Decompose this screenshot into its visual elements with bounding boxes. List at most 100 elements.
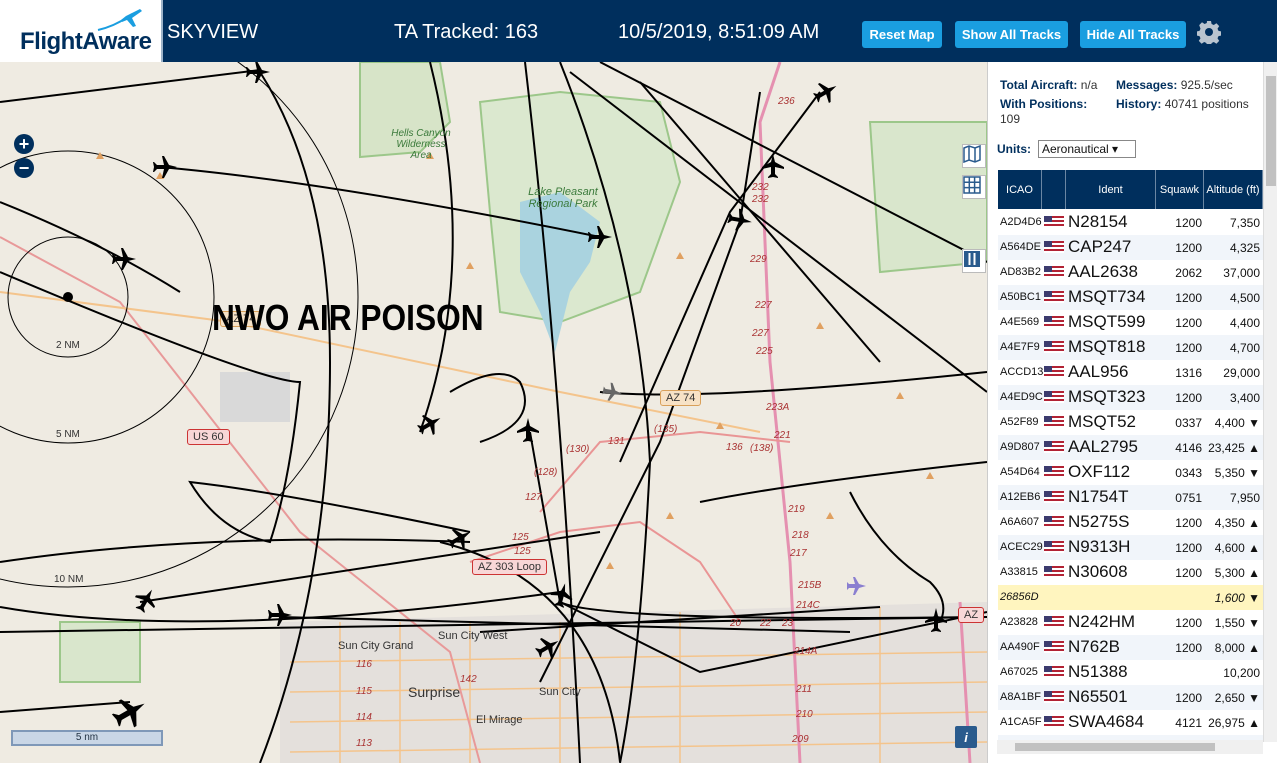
table-row[interactable]: A4E569 MSQT599 1200 4,400 [998, 310, 1263, 335]
table-row[interactable]: AD83B2 AAL2638 2062 37,000 [998, 260, 1263, 285]
table-row[interactable]: A12EB6 N1754T 0751 7,950 [998, 485, 1263, 510]
route-number: 210 [796, 709, 813, 720]
route-number: 20 [730, 618, 742, 629]
messages-label: Messages: [1116, 78, 1178, 92]
table-row[interactable]: A23828 N242HM 1200 1,550 ▼ [998, 610, 1263, 635]
route-number: 218 [792, 530, 809, 541]
us-flag-icon [1044, 541, 1064, 553]
route-number: (135) [654, 424, 678, 435]
table-row[interactable]: A1CA5F SWA4684 4121 26,975 ▲ [998, 710, 1263, 735]
route-number: 221 [774, 430, 791, 441]
skyview-app: FlightAware SKYVIEW TA Tracked: 163 10/5… [0, 0, 1277, 763]
cell-altitude: 7,950 [1229, 491, 1260, 505]
table-row[interactable]: ACCD13 AAL956 1316 29,000 [998, 360, 1263, 385]
vertical-scrollbar-thumb[interactable] [1266, 76, 1276, 186]
cell-squawk: 2062 [1175, 266, 1202, 280]
us-flag-icon [1044, 491, 1064, 503]
cell-squawk: 1200 [1175, 691, 1202, 705]
tracked-count: TA Tracked: 163 [394, 21, 539, 43]
cell-icao: A8A1BF [1000, 691, 1041, 703]
zoom-in-button[interactable]: + [14, 134, 34, 154]
show-all-tracks-button[interactable]: Show All Tracks [955, 21, 1068, 48]
horizontal-scrollbar[interactable] [997, 740, 1263, 754]
col-altitude[interactable]: Altitude (ft) [1204, 170, 1263, 209]
us-flag-icon [1044, 216, 1064, 228]
table-row[interactable]: A67025 N51388 10,200 [998, 660, 1263, 685]
table-row[interactable]: A52F89 MSQT52 0337 4,400 ▼ [998, 410, 1263, 435]
route-number: 127 [525, 492, 542, 503]
label-ring-2nm: 2 NM [56, 340, 80, 351]
us-flag-icon [1044, 716, 1064, 728]
table-row[interactable]: A8A1BF N65501 1200 2,650 ▼ [998, 685, 1263, 710]
info-button[interactable]: i [955, 726, 977, 748]
cell-icao: A1CA5F [1000, 716, 1042, 728]
route-number: (128) [534, 467, 558, 478]
road-az-east: AZ [958, 607, 985, 623]
header-bar: FlightAware SKYVIEW TA Tracked: 163 10/5… [0, 0, 1277, 62]
cell-squawk: 0337 [1175, 416, 1202, 430]
table-row[interactable]: A54D64 OXF112 0343 5,350 ▼ [998, 460, 1263, 485]
route-number: 214A [794, 646, 818, 657]
table-row[interactable]: A6A607 N5275S 1200 4,350 ▲ [998, 510, 1263, 535]
col-ident[interactable]: Ident [1066, 170, 1156, 209]
table-row[interactable]: A2D4D6 N28154 1200 7,350 [998, 210, 1263, 235]
cell-icao: A67025 [1000, 666, 1038, 678]
cell-ident: MSQT599 [1068, 312, 1146, 331]
route-number: 115 [356, 686, 372, 697]
flightaware-logo[interactable]: FlightAware [0, 0, 163, 62]
history-label: History: [1116, 97, 1162, 111]
us-flag-icon [1044, 691, 1064, 703]
horizontal-scrollbar-thumb[interactable] [1015, 743, 1215, 751]
column-toggle-button[interactable] [962, 249, 986, 273]
cell-squawk: 1200 [1175, 641, 1202, 655]
cell-squawk: 1200 [1175, 616, 1202, 630]
zoom-out-button[interactable]: − [14, 158, 34, 178]
table-row[interactable]: A50BC1 MSQT734 1200 4,500 [998, 285, 1263, 310]
map-layers-button[interactable] [962, 144, 986, 168]
table-row[interactable]: A9D807 AAL2795 4146 23,425 ▲ [998, 435, 1263, 460]
cell-altitude: 3,400 [1229, 391, 1260, 405]
map-canvas[interactable] [0, 62, 987, 763]
vertical-scrollbar[interactable] [1263, 62, 1277, 742]
label-el-mirage: El Mirage [476, 714, 523, 726]
grid-toggle-button[interactable] [962, 175, 986, 199]
gear-icon[interactable] [1197, 20, 1221, 44]
label-lake-pleasant: Lake Pleasant Regional Park [528, 186, 598, 210]
units-label: Units: [997, 142, 1031, 156]
route-number: 142 [460, 674, 477, 685]
map-view[interactable]: Hells Canyon Wilderness Area Lake Pleasa… [0, 62, 987, 763]
cell-squawk: 1200 [1175, 516, 1202, 530]
cell-altitude: 4,350 ▲ [1214, 516, 1260, 530]
table-row[interactable]: A4ED9C MSQT323 1200 3,400 [998, 385, 1263, 410]
route-number: 209 [792, 734, 809, 745]
table-row[interactable]: A4E7F9 MSQT818 1200 4,700 [998, 335, 1263, 360]
route-number: 223A [766, 402, 790, 413]
reset-map-button[interactable]: Reset Map [862, 21, 942, 48]
cell-squawk: 4121 [1175, 716, 1202, 730]
cell-icao: ACEC29 [1000, 541, 1043, 553]
us-flag-icon [1044, 291, 1064, 303]
cell-icao: A9D807 [1000, 441, 1040, 453]
cell-altitude: 29,000 [1223, 366, 1260, 380]
positions-value: 109 [1000, 112, 1021, 126]
units-select[interactable]: Aeronautical ▾ [1038, 140, 1136, 158]
logo-text: FlightAware [20, 28, 152, 55]
cell-altitude: 1,550 ▼ [1214, 616, 1260, 630]
table-row[interactable]: A33815 N30608 1200 5,300 ▲ [998, 560, 1263, 585]
cell-icao: A12EB6 [1000, 491, 1041, 503]
col-squawk[interactable]: Squawk [1156, 170, 1204, 209]
col-icao[interactable]: ICAO [998, 170, 1042, 209]
table-row[interactable]: ACEC29 N9313H 1200 4,600 ▲ [998, 535, 1263, 560]
table-row[interactable]: AA490F N762B 1200 8,000 ▲ [998, 635, 1263, 660]
cell-ident: N65501 [1068, 687, 1128, 706]
cell-icao: 26856D [1000, 591, 1039, 603]
map-icon [963, 145, 981, 163]
col-flag[interactable] [1042, 170, 1066, 209]
table-row[interactable]: 26856D 1,600 ▼ [998, 585, 1263, 610]
hide-all-tracks-button[interactable]: Hide All Tracks [1080, 21, 1186, 48]
cell-ident: N5275S [1068, 512, 1130, 531]
route-number: 215B [798, 580, 822, 591]
us-flag-icon [1044, 616, 1064, 628]
table-row[interactable]: A564DE CAP247 1200 4,325 [998, 235, 1263, 260]
cell-ident: MSQT52 [1068, 412, 1137, 431]
